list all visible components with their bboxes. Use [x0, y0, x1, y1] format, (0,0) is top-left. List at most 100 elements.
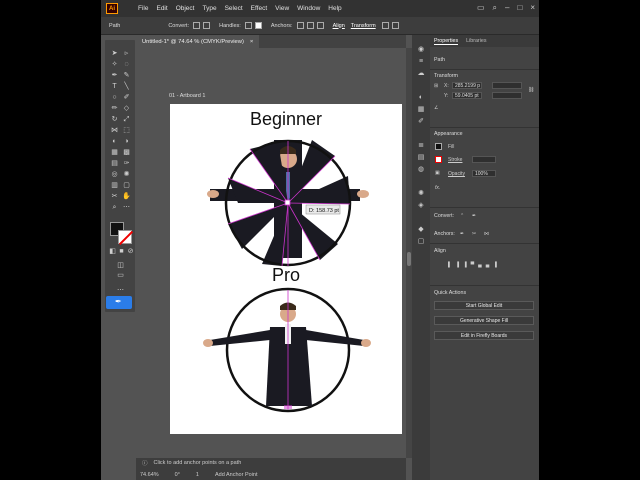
menu-help[interactable]: Help — [328, 5, 341, 12]
zoom-tool-icon[interactable]: ⌕ — [110, 204, 119, 212]
fill-color-swatch[interactable] — [435, 143, 442, 150]
handles-show-icon[interactable] — [244, 22, 252, 29]
convert-corner-icon[interactable] — [193, 22, 201, 29]
libraries-panel-icon[interactable]: ☁ — [416, 69, 426, 78]
menu-select[interactable]: Select — [225, 5, 243, 12]
h-input[interactable] — [492, 92, 522, 99]
scale-icon[interactable]: ⤢ — [122, 116, 131, 124]
gradient-icon[interactable]: ▤ — [110, 160, 119, 168]
paintbrush-icon[interactable]: ✐ — [122, 94, 131, 102]
scroll-thumb[interactable] — [407, 252, 411, 266]
layers-panel-icon[interactable]: ≡ — [416, 57, 426, 66]
properties-panel-icon[interactable]: ◉ — [416, 45, 426, 54]
cut-path-icon[interactable] — [306, 22, 314, 29]
lasso-icon[interactable]: ◌ — [122, 61, 131, 69]
stroke-weight-input[interactable] — [472, 156, 496, 163]
live-paint-icon[interactable]: ◑ — [122, 138, 131, 146]
restore-icon[interactable]: □ — [517, 3, 522, 13]
swatches-panel-icon[interactable]: ▦ — [416, 105, 426, 114]
menu-window[interactable]: Window — [297, 5, 320, 12]
menu-file[interactable]: File — [138, 5, 148, 12]
slice-icon[interactable]: ✂ — [110, 193, 119, 201]
artboard-tool-icon[interactable]: ▢ — [122, 182, 131, 190]
pencil-icon[interactable]: ✏ — [110, 105, 119, 113]
blend-icon[interactable]: ◎ — [110, 171, 119, 179]
ellipse-tool-icon[interactable]: ○ — [110, 94, 119, 102]
draw-mode-icon[interactable]: ◫ — [116, 262, 125, 270]
menu-type[interactable]: Type — [202, 5, 216, 12]
stroke-color-swatch[interactable] — [435, 156, 442, 163]
eraser-icon[interactable]: ◇ — [122, 105, 131, 113]
menu-view[interactable]: View — [275, 5, 289, 12]
symbol-sprayer-icon[interactable]: ✺ — [122, 171, 131, 179]
appearance-panel-icon[interactable]: ✺ — [416, 189, 426, 198]
search-icon[interactable]: ⌕ — [493, 3, 497, 13]
tab-libraries[interactable]: Libraries — [466, 38, 486, 44]
more-tools-icon[interactable]: ⋯ — [122, 204, 131, 212]
opacity-input[interactable]: 100% — [472, 170, 496, 177]
selection-tool-icon[interactable]: ➤ — [110, 50, 119, 58]
screen-mode-icon[interactable]: ▭ — [116, 272, 125, 280]
w-input[interactable] — [492, 82, 522, 89]
stroke-swatch[interactable] — [118, 230, 132, 244]
graphic-styles-icon[interactable]: ◈ — [416, 201, 426, 210]
minimize-icon[interactable]: – — [505, 3, 509, 13]
stroke-label[interactable]: Stroke — [448, 157, 462, 163]
align-buttons[interactable]: ▌▐▐▀▄▄▐ — [448, 262, 501, 268]
graph-icon[interactable]: ▥ — [110, 182, 119, 190]
anchor-point[interactable] — [284, 199, 291, 206]
isolate-icon[interactable] — [381, 22, 389, 29]
shape-builder-icon[interactable]: ◐ — [110, 138, 119, 146]
y-input[interactable]: 59.0405 pt — [452, 92, 482, 99]
default-colors-icon[interactable]: ◧ — [108, 248, 117, 256]
color-mode-icon[interactable]: ■ — [117, 248, 126, 256]
active-tool-add-anchor[interactable]: ✒ — [106, 296, 132, 309]
pen-tool-icon[interactable]: ✒ — [110, 72, 119, 80]
reference-point-icon[interactable]: ⊞ — [434, 83, 438, 89]
rotate-field-icon[interactable]: ∠ — [434, 105, 438, 111]
magic-wand-icon[interactable]: ✧ — [110, 61, 119, 69]
color-panel-icon[interactable]: ◐ — [416, 93, 426, 102]
transform-link[interactable]: Transform — [351, 23, 376, 29]
x-input[interactable]: 285.2199 p — [452, 82, 482, 89]
connect-icon[interactable] — [316, 22, 324, 29]
width-tool-icon[interactable]: ⋈ — [110, 127, 119, 135]
join-panel-icon[interactable]: ⋈ — [484, 231, 489, 237]
edit-toolbar-icon[interactable]: ⋯ — [116, 287, 125, 295]
remove-anchor-panel-icon[interactable]: ✒ — [460, 231, 464, 237]
brushes-panel-icon[interactable]: ✐ — [416, 117, 426, 126]
convert-smooth-icon[interactable] — [203, 22, 211, 29]
menu-object[interactable]: Object — [176, 5, 195, 12]
convert-smooth-panel-icon[interactable]: ✒ — [472, 213, 476, 219]
free-transform-icon[interactable]: ⬚ — [122, 127, 131, 135]
transparency-panel-icon[interactable]: ◍ — [416, 165, 426, 174]
zoom-field[interactable]: 74.64% — [140, 472, 159, 478]
layers-stack-icon[interactable]: ◆ — [416, 225, 426, 234]
edit-in-firefly-button[interactable]: Edit in Firefly Boards — [434, 331, 534, 340]
perspective-icon[interactable]: ▦ — [110, 149, 119, 157]
fx-label[interactable]: fx. — [435, 185, 440, 191]
canvas[interactable]: 01 - Artboard 1 Beginner Pro D: 158.73 p… — [136, 48, 406, 458]
cut-path-panel-icon[interactable]: ✂ — [472, 231, 476, 237]
eyedropper-icon[interactable]: ✑ — [122, 160, 131, 168]
gradient-panel-icon[interactable]: ▤ — [416, 153, 426, 162]
opacity-label[interactable]: Opacity — [448, 171, 465, 177]
mesh-icon[interactable]: ▩ — [122, 149, 131, 157]
curvature-icon[interactable]: ✎ — [122, 72, 131, 80]
type-tool-icon[interactable]: T — [110, 83, 119, 91]
constrain-link-icon[interactable]: ⛓ — [528, 87, 534, 93]
menu-edit[interactable]: Edit — [156, 5, 167, 12]
close-icon[interactable]: × — [530, 3, 535, 13]
workspace-icon[interactable]: ▭ — [477, 3, 485, 13]
stroke-panel-icon[interactable]: ≣ — [416, 141, 426, 150]
align-link[interactable]: Align — [333, 23, 345, 29]
artboards-panel-icon[interactable]: ▢ — [416, 237, 426, 246]
line-tool-icon[interactable]: ╲ — [122, 83, 131, 91]
tab-close-icon[interactable]: × — [250, 39, 253, 45]
handles-hide-icon[interactable] — [254, 22, 262, 29]
start-global-edit-button[interactable]: Start Global Edit — [434, 301, 534, 310]
artboard[interactable]: Beginner Pro D: 158.73 pt — [170, 104, 402, 434]
direct-selection-tool-icon[interactable]: ▹ — [122, 50, 131, 58]
rotate-icon[interactable]: ↻ — [110, 116, 119, 124]
rotation-field[interactable]: 0° — [175, 472, 180, 478]
